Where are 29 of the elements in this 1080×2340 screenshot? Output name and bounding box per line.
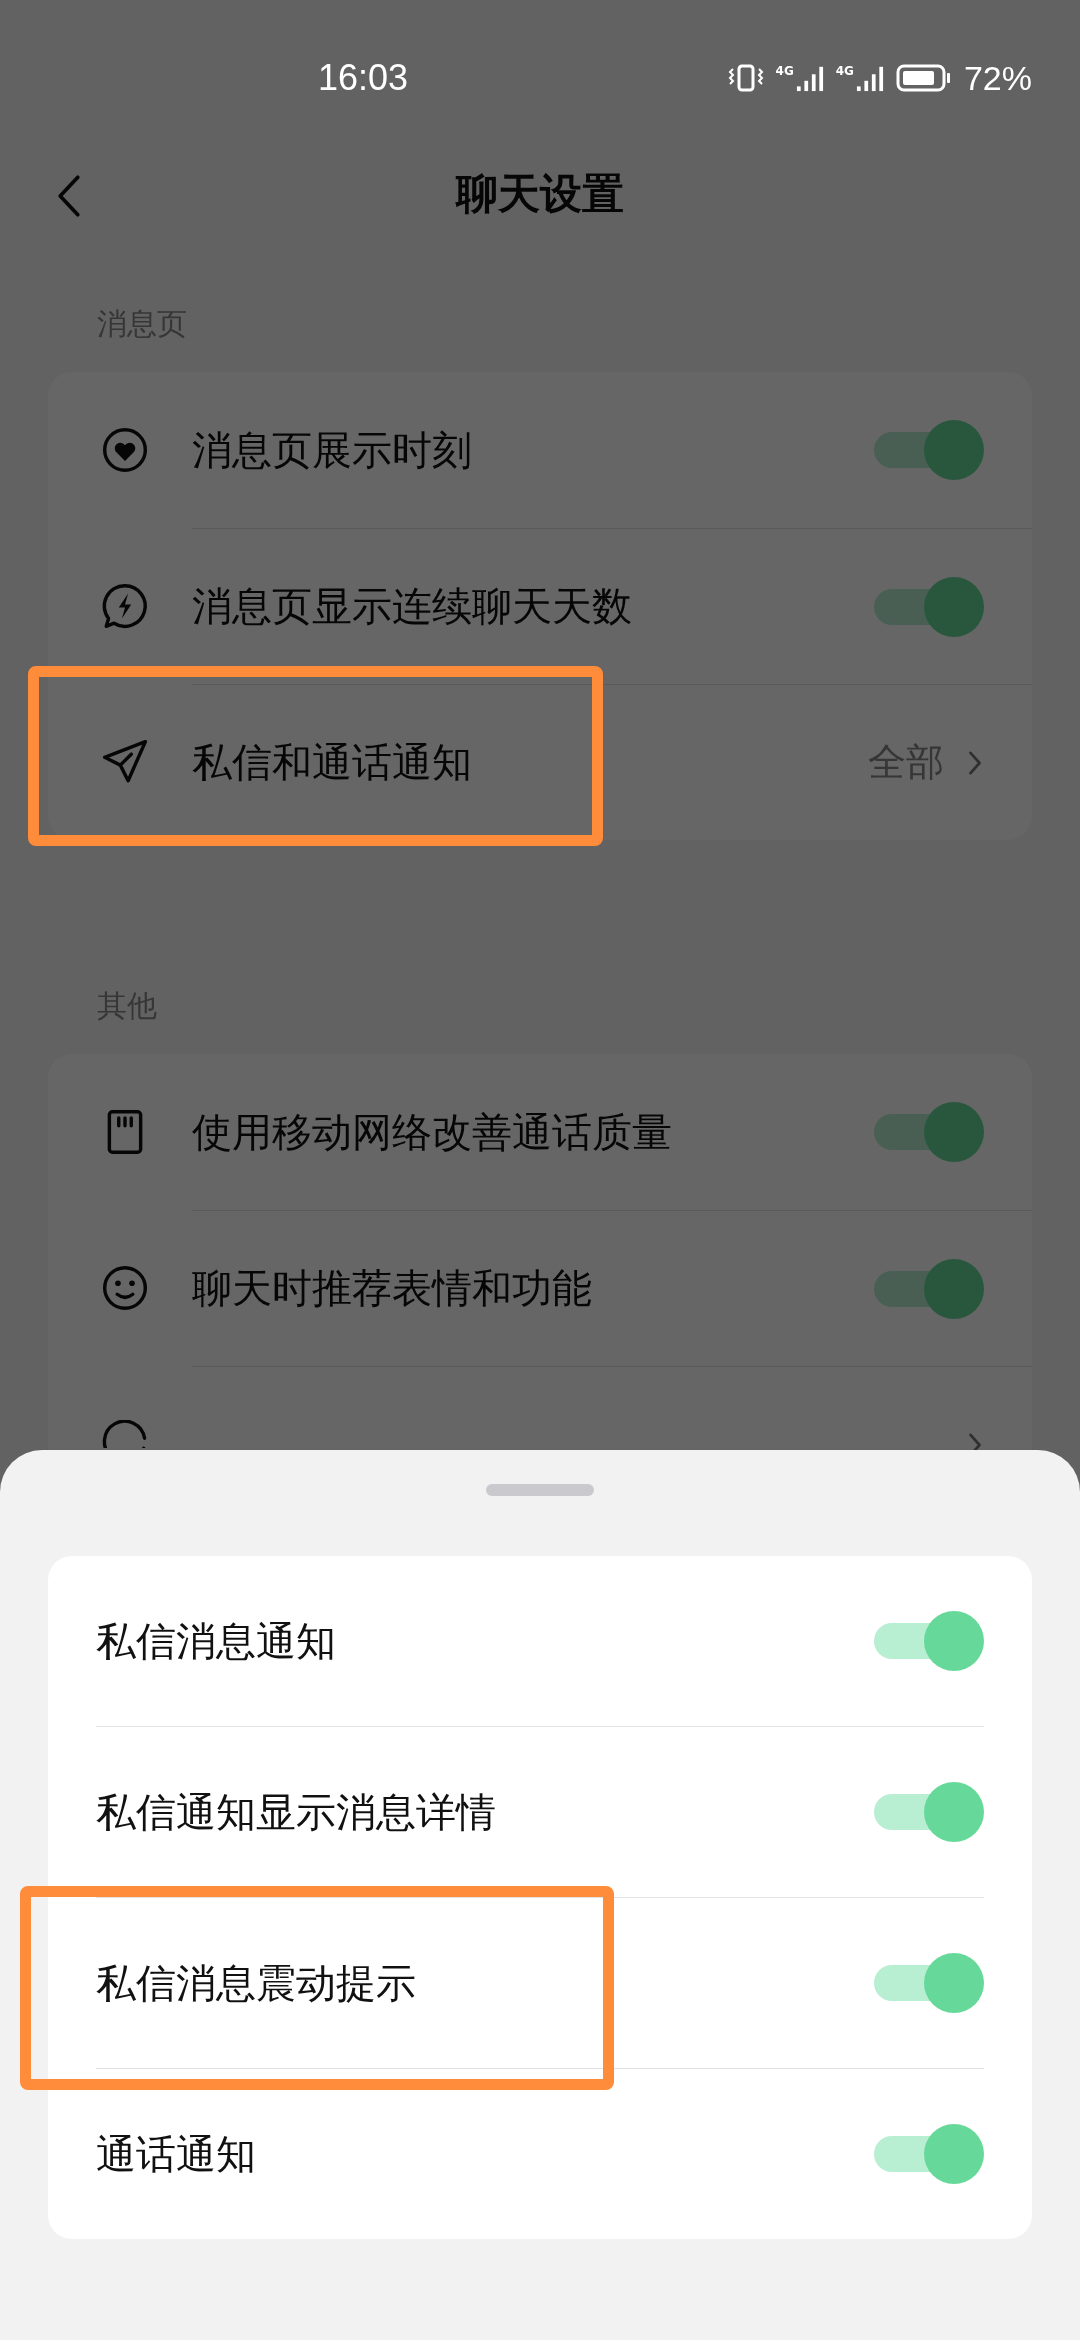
battery-percent: 72%: [963, 58, 1032, 98]
toggle-switch[interactable]: [874, 420, 984, 480]
network-type: 4G: [835, 64, 854, 78]
signal-icon: [855, 64, 884, 92]
setting-label: 通话通知: [96, 2129, 256, 2179]
toggle-switch[interactable]: [874, 1782, 984, 1842]
setting-label: 私信通知显示消息详情: [96, 1787, 496, 1837]
setting-label: 消息页展示时刻: [192, 425, 472, 475]
battery-icon: [895, 63, 952, 93]
status-time: 16:03: [318, 57, 409, 99]
network-type: 4G: [775, 64, 794, 78]
toggle-switch[interactable]: [874, 1258, 984, 1319]
signal-icon: [795, 64, 824, 92]
setting-label: 私信消息通知: [96, 1616, 336, 1666]
setting-label: 私信和通话通知: [192, 738, 472, 787]
toggle-switch[interactable]: [874, 1953, 984, 2013]
setting-label: 私信消息震动提示: [96, 1958, 416, 2008]
toggle-switch[interactable]: [874, 2124, 984, 2184]
vibrate-icon: [727, 63, 764, 93]
toggle-switch[interactable]: [874, 1102, 984, 1162]
setting-label: 消息页显示连续聊天天数: [192, 582, 632, 631]
setting-label: 聊天时推荐表情和功能: [192, 1264, 592, 1313]
page-title: 聊天设置: [456, 168, 624, 220]
smiley-icon: [100, 1263, 150, 1313]
setting-label: 使用移动网络改善通话质量: [192, 1107, 672, 1157]
toggle-switch[interactable]: [874, 1611, 984, 1671]
sheet-handle[interactable]: [486, 1484, 594, 1496]
lightning-bubble-icon: [100, 581, 150, 631]
toggle-switch[interactable]: [874, 576, 984, 637]
